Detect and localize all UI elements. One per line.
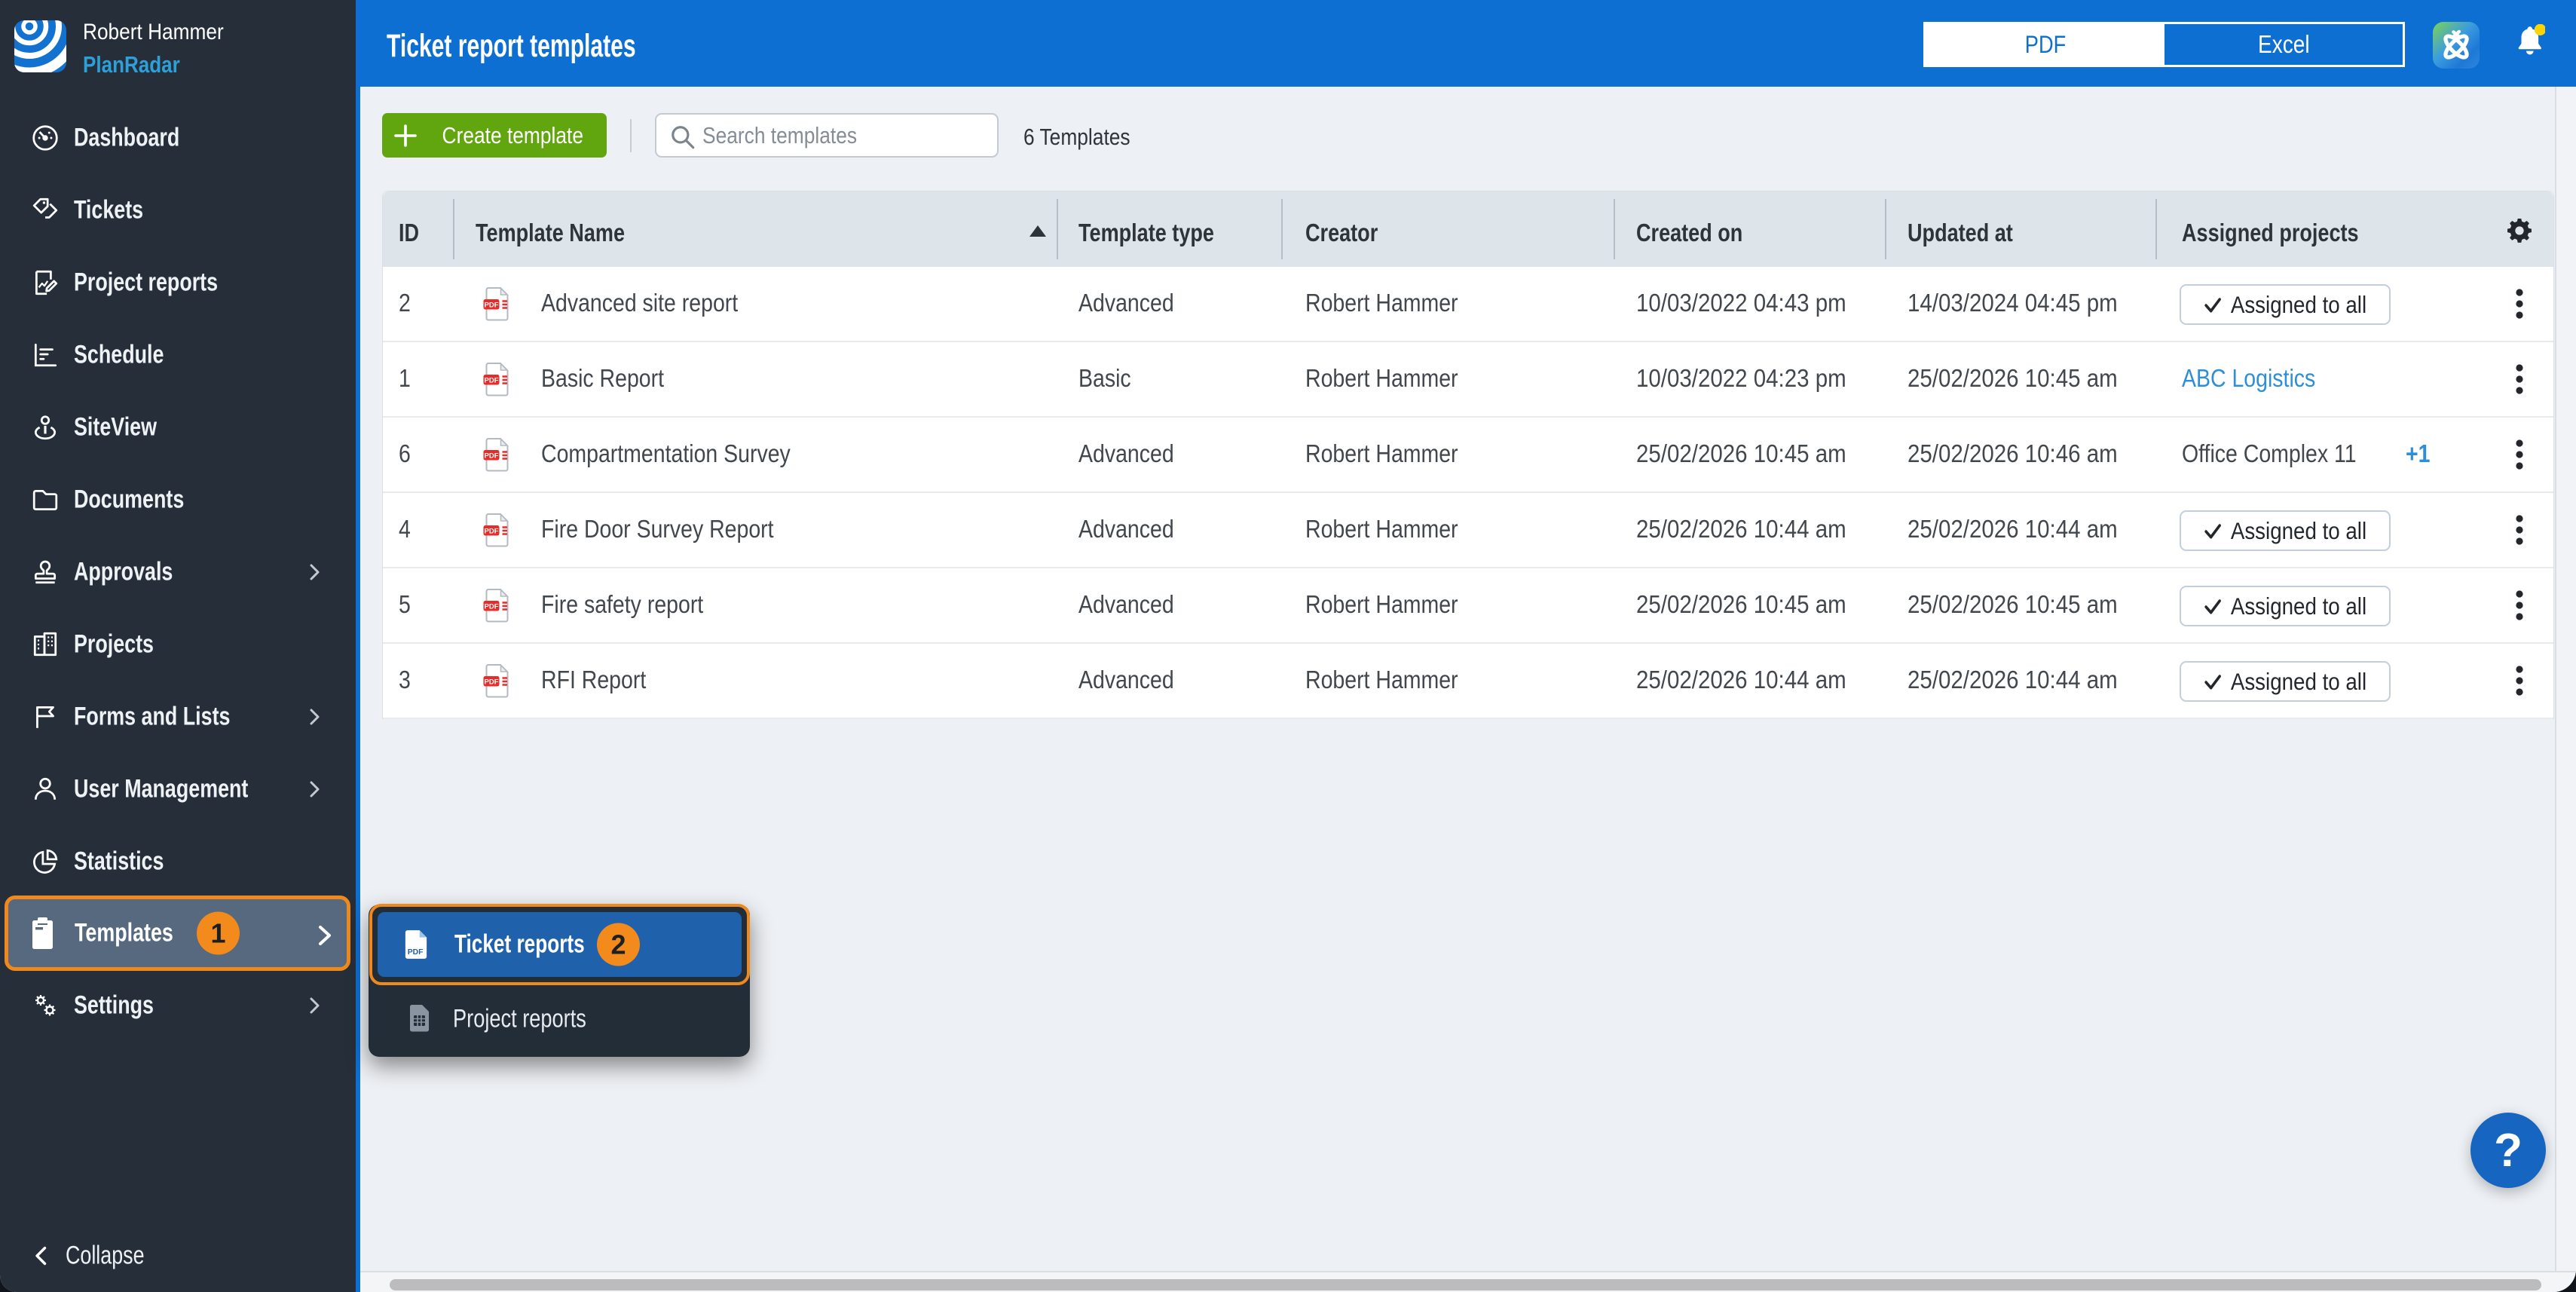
svg-text:PDF: PDF <box>408 948 424 957</box>
